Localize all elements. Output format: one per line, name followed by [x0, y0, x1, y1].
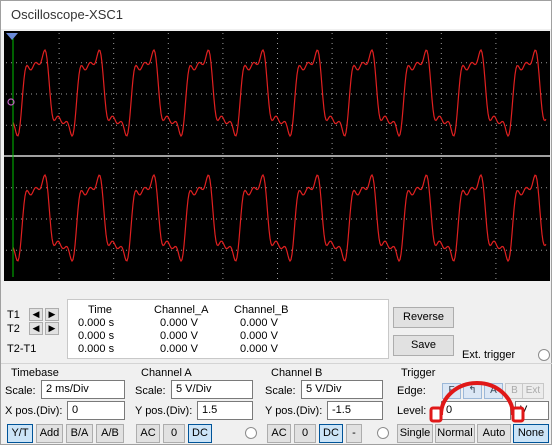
channel-b-scale-label: Scale:: [265, 385, 296, 397]
channel-a-title: Channel A: [141, 367, 192, 379]
channel-b-ypos-label: Y pos.(Div):: [265, 405, 323, 417]
timebase-group: Timebase Scale: 2 ms/Div X pos.(Div): 0 …: [5, 367, 131, 445]
edge-rising-button[interactable]: F: [442, 383, 461, 399]
cursor-t1-marker-icon[interactable]: [6, 33, 18, 40]
trigger-single-button[interactable]: Single: [397, 424, 433, 443]
t1-label: T1: [7, 309, 20, 321]
t2-channel-a: 0.000 V: [160, 330, 198, 342]
waveform-display: [4, 33, 550, 279]
channel-b-zero-button[interactable]: 0: [294, 424, 316, 443]
channel-b-ac-button[interactable]: AC: [267, 424, 291, 443]
t2-label: T2: [7, 323, 20, 335]
readout-table: Time Channel_A Channel_B 0.000 s 0.000 V…: [67, 299, 389, 359]
reverse-button[interactable]: Reverse: [393, 307, 454, 328]
header-time: Time: [88, 304, 113, 316]
mode-add-button[interactable]: Add: [36, 424, 63, 443]
header-channel-b: Channel_B: [234, 304, 289, 316]
t2-t1-time: 0.000 s: [78, 343, 115, 355]
channel-b-ypos-field[interactable]: -1.5: [327, 401, 383, 420]
t2-t1-label: T2-T1: [7, 343, 37, 355]
mode-ab-button[interactable]: A/B: [96, 424, 124, 443]
channel-a-terminal[interactable]: [245, 427, 257, 439]
channel-b-title: Channel B: [271, 367, 323, 379]
edge-source-a-button[interactable]: A: [484, 383, 503, 399]
channel-a-scale-label: Scale:: [135, 385, 166, 397]
channel-b-invert-button[interactable]: -: [346, 424, 362, 443]
t1-left-arrow-icon[interactable]: ◀: [29, 308, 43, 321]
channel-a-group: Channel A Scale: 5 V/Div Y pos.(Div): 1.…: [135, 367, 263, 445]
save-button[interactable]: Save: [393, 335, 454, 356]
ext-trigger-label: Ext. trigger: [462, 349, 516, 361]
edge-source-ext-button[interactable]: Ext: [522, 383, 544, 399]
t2-t1-channel-a: 0.000 V: [160, 343, 198, 355]
measurement-readout: T1 ◀ ▶ T2 ◀ ▶ T2-T1 Time Channel_A Chann…: [5, 299, 389, 359]
timebase-scale-field[interactable]: 2 ms/Div: [41, 380, 125, 399]
divider: [1, 363, 552, 364]
t2-t1-channel-b: 0.000 V: [240, 343, 278, 355]
channel-b-scale-field[interactable]: 5 V/Div: [301, 380, 383, 399]
edge-falling-button[interactable]: ↰: [463, 383, 482, 399]
channel-b-group: Channel B Scale: 5 V/Div Y pos.(Div): -1…: [265, 367, 393, 445]
timebase-title: Timebase: [11, 367, 59, 379]
timebase-scale-label: Scale:: [5, 385, 36, 397]
trigger-auto-button[interactable]: Auto: [477, 424, 511, 443]
oscilloscope-window: Oscilloscope-XSC1 T1 ◀ ▶ T2 ◀ ▶ T2-T1 Ti…: [0, 0, 552, 445]
trigger-group: Trigger Edge: F ↰ A B Ext Level: 0 V Sin…: [397, 367, 551, 445]
xpos-field[interactable]: 0: [67, 401, 125, 420]
channel-a-dc-button[interactable]: DC: [188, 424, 212, 443]
oscilloscope-screen[interactable]: [4, 31, 550, 281]
trigger-normal-button[interactable]: Normal: [435, 424, 475, 443]
t2-channel-b: 0.000 V: [240, 330, 278, 342]
channel-a-scale-field[interactable]: 5 V/Div: [171, 380, 253, 399]
t2-time: 0.000 s: [78, 330, 115, 342]
channel-a-ypos-label: Y pos.(Div):: [135, 405, 193, 417]
level-label: Level:: [397, 405, 427, 417]
level-unit-field[interactable]: V: [515, 401, 549, 420]
t1-channel-b: 0.000 V: [240, 317, 278, 329]
channel-a-ac-button[interactable]: AC: [136, 424, 160, 443]
channel-a-ypos-field[interactable]: 1.5: [197, 401, 253, 420]
channel-b-dc-button[interactable]: DC: [319, 424, 343, 443]
mode-ba-button[interactable]: B/A: [66, 424, 93, 443]
t1-channel-a: 0.000 V: [160, 317, 198, 329]
t1-time: 0.000 s: [78, 317, 115, 329]
t2-left-arrow-icon[interactable]: ◀: [29, 322, 43, 335]
ext-trigger-terminal[interactable]: [538, 349, 550, 361]
xpos-label: X pos.(Div):: [5, 405, 63, 417]
trigger-title: Trigger: [401, 367, 436, 379]
window-title: Oscilloscope-XSC1: [11, 7, 123, 22]
channel-a-zero-button[interactable]: 0: [163, 424, 185, 443]
t2-right-arrow-icon[interactable]: ▶: [45, 322, 59, 335]
mode-yt-button[interactable]: Y/T: [7, 424, 33, 443]
edge-label: Edge:: [397, 385, 426, 397]
trigger-none-button[interactable]: None: [513, 424, 549, 443]
channel-b-terminal[interactable]: [377, 427, 389, 439]
level-field[interactable]: 0: [441, 401, 511, 420]
title-bar: Oscilloscope-XSC1: [1, 1, 551, 29]
t1-right-arrow-icon[interactable]: ▶: [45, 308, 59, 321]
header-channel-a: Channel_A: [154, 304, 209, 316]
